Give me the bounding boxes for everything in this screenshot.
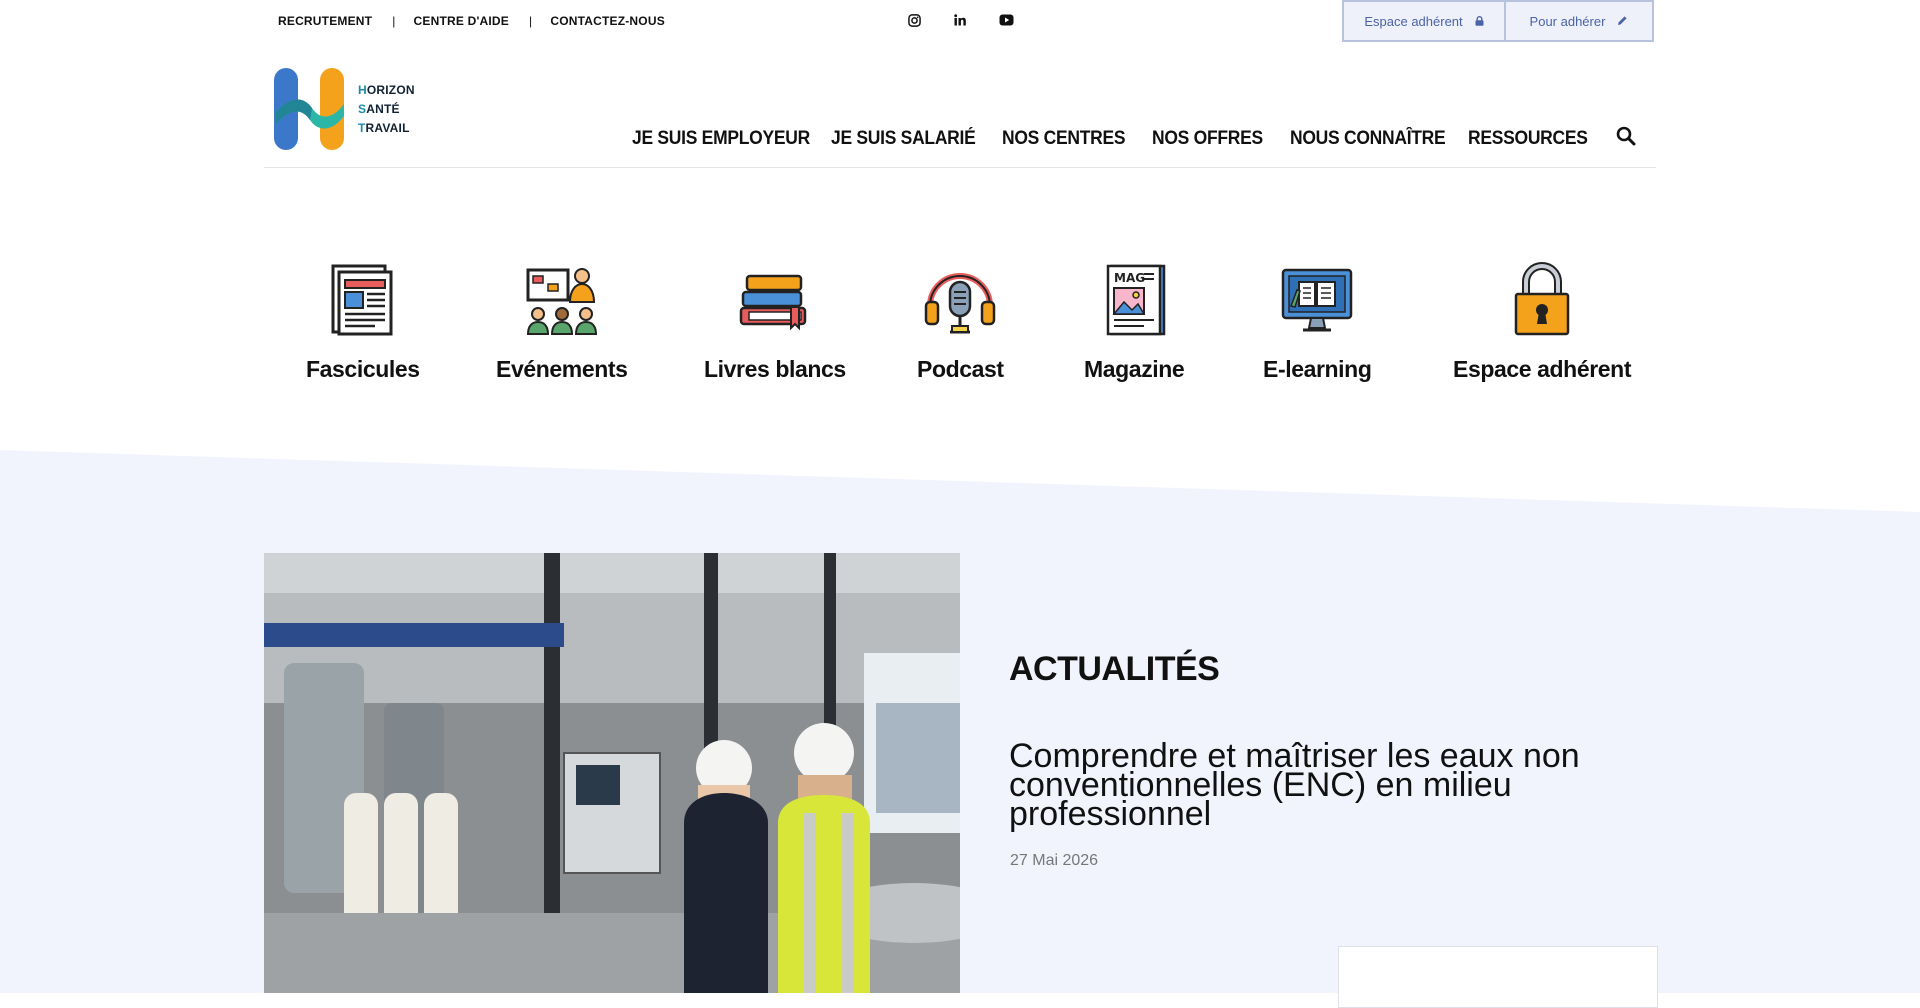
resource-label: Podcast — [917, 356, 1004, 382]
instagram-icon[interactable] — [906, 12, 922, 28]
resource-fascicules[interactable]: Fascicules — [306, 262, 420, 383]
logo-wordmark: HORIZON SANTÉ TRAVAIL — [358, 82, 415, 135]
resource-podcast[interactable]: Podcast — [917, 262, 1004, 383]
news-section-title: ACTUALITÉS — [1009, 650, 1220, 688]
news-headline[interactable]: Comprendre et maîtriser les eaux non con… — [1009, 739, 1629, 831]
help-center-link[interactable]: CENTRE D'AIDE — [414, 14, 509, 28]
presentation-audience-icon — [526, 268, 597, 335]
site-logo[interactable]: HORIZON SANTÉ TRAVAIL — [272, 66, 415, 152]
nav-about[interactable]: NOUS CONNAÎTRE — [1290, 128, 1454, 150]
separator: | — [529, 14, 533, 28]
resource-label: E-learning — [1263, 356, 1372, 382]
main-navigation: JE SUIS EMPLOYEUR JE SUIS SALARIÉ NOS CE… — [632, 126, 1636, 151]
lock-icon — [1475, 14, 1484, 29]
resource-evenements[interactable]: Evénements — [496, 262, 628, 383]
member-area-label: Espace adhérent — [1364, 13, 1463, 29]
news-date: 27 Mai 2026 — [1010, 852, 1099, 869]
nav-offers[interactable]: NOS OFFRES — [1152, 128, 1279, 150]
computer-book-icon — [1281, 268, 1353, 332]
news-photo[interactable] — [264, 553, 960, 993]
microphone-headphones-icon — [925, 273, 996, 334]
resource-label: Espace adhérent — [1453, 356, 1632, 382]
separator: | — [392, 14, 396, 28]
padlock-icon — [1514, 262, 1570, 336]
resource-livres-blancs[interactable]: Livres blancs — [704, 262, 846, 383]
resource-label: Evénements — [496, 356, 628, 382]
resource-label: Livres blancs — [704, 356, 846, 382]
recruitment-link[interactable]: RECRUTEMENT — [278, 14, 372, 28]
resource-magazine[interactable]: MAG Magazine — [1084, 262, 1185, 383]
news-card — [1338, 946, 1658, 1008]
nav-centers[interactable]: NOS CENTRES — [1002, 128, 1140, 150]
nav-employer[interactable]: JE SUIS EMPLOYEUR — [632, 128, 815, 150]
svg-text:MAG: MAG — [1114, 271, 1145, 285]
join-button[interactable]: Pour adhérer — [1506, 0, 1654, 42]
nav-employee[interactable]: JE SUIS SALARIÉ — [831, 128, 988, 150]
resource-elearning[interactable]: E-learning — [1263, 262, 1372, 383]
pencil-icon — [1617, 14, 1628, 29]
resource-label: Fascicules — [306, 356, 420, 382]
top-buttons: Espace adhérent Pour adhérer — [1342, 0, 1654, 42]
join-label: Pour adhérer — [1529, 13, 1606, 29]
search-icon[interactable] — [1616, 126, 1636, 151]
header-divider — [264, 167, 1656, 168]
resource-label: Magazine — [1084, 356, 1185, 382]
logo-mark-icon — [274, 68, 344, 150]
member-area-button[interactable]: Espace adhérent — [1342, 0, 1506, 42]
nav-resources[interactable]: RESSOURCES — [1468, 128, 1604, 150]
linkedin-icon[interactable] — [952, 12, 968, 28]
social-links — [906, 12, 1014, 28]
youtube-icon[interactable] — [998, 12, 1014, 28]
contact-link[interactable]: CONTACTEZ-NOUS — [550, 14, 665, 28]
books-icon — [739, 274, 807, 331]
newspaper-icon — [331, 264, 393, 336]
top-links: RECRUTEMENT | CENTRE D'AIDE | CONTACTEZ-… — [278, 14, 665, 28]
magazine-icon: MAG — [1106, 264, 1166, 336]
resource-espace-adherent[interactable]: Espace adhérent — [1453, 262, 1631, 383]
